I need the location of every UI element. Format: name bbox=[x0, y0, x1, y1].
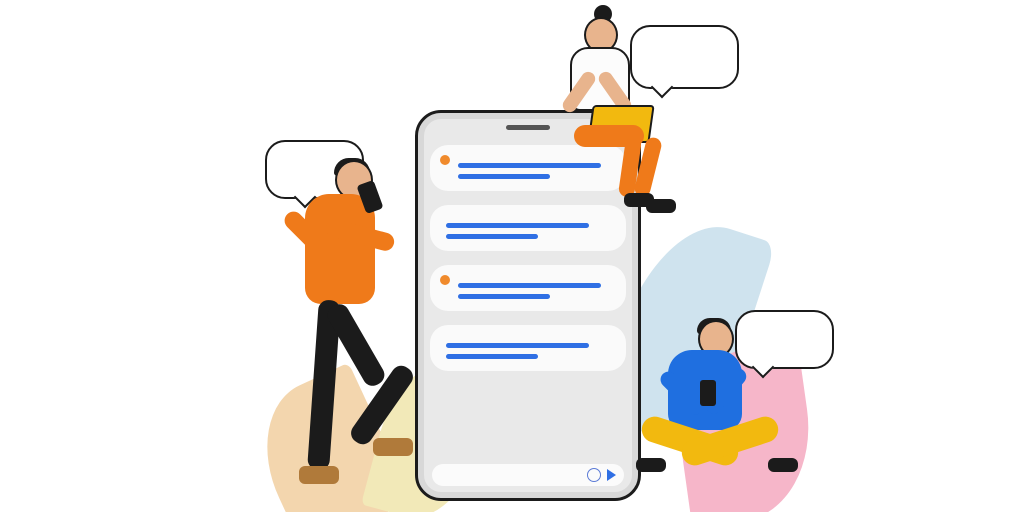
shoe bbox=[373, 438, 413, 456]
shoe bbox=[646, 199, 676, 213]
person-with-laptop bbox=[552, 5, 732, 220]
circle-record-icon bbox=[587, 468, 601, 482]
shoe bbox=[768, 458, 798, 472]
person-standing-with-phone bbox=[275, 160, 475, 510]
shoe bbox=[299, 466, 339, 484]
smartphone-icon bbox=[700, 380, 716, 406]
person-sitting-with-phone bbox=[640, 320, 840, 512]
phone-speaker-notch bbox=[506, 125, 550, 130]
messaging-illustration bbox=[0, 0, 1024, 512]
shoe bbox=[636, 458, 666, 472]
send-icon bbox=[607, 469, 616, 481]
message-text-line bbox=[458, 283, 601, 288]
